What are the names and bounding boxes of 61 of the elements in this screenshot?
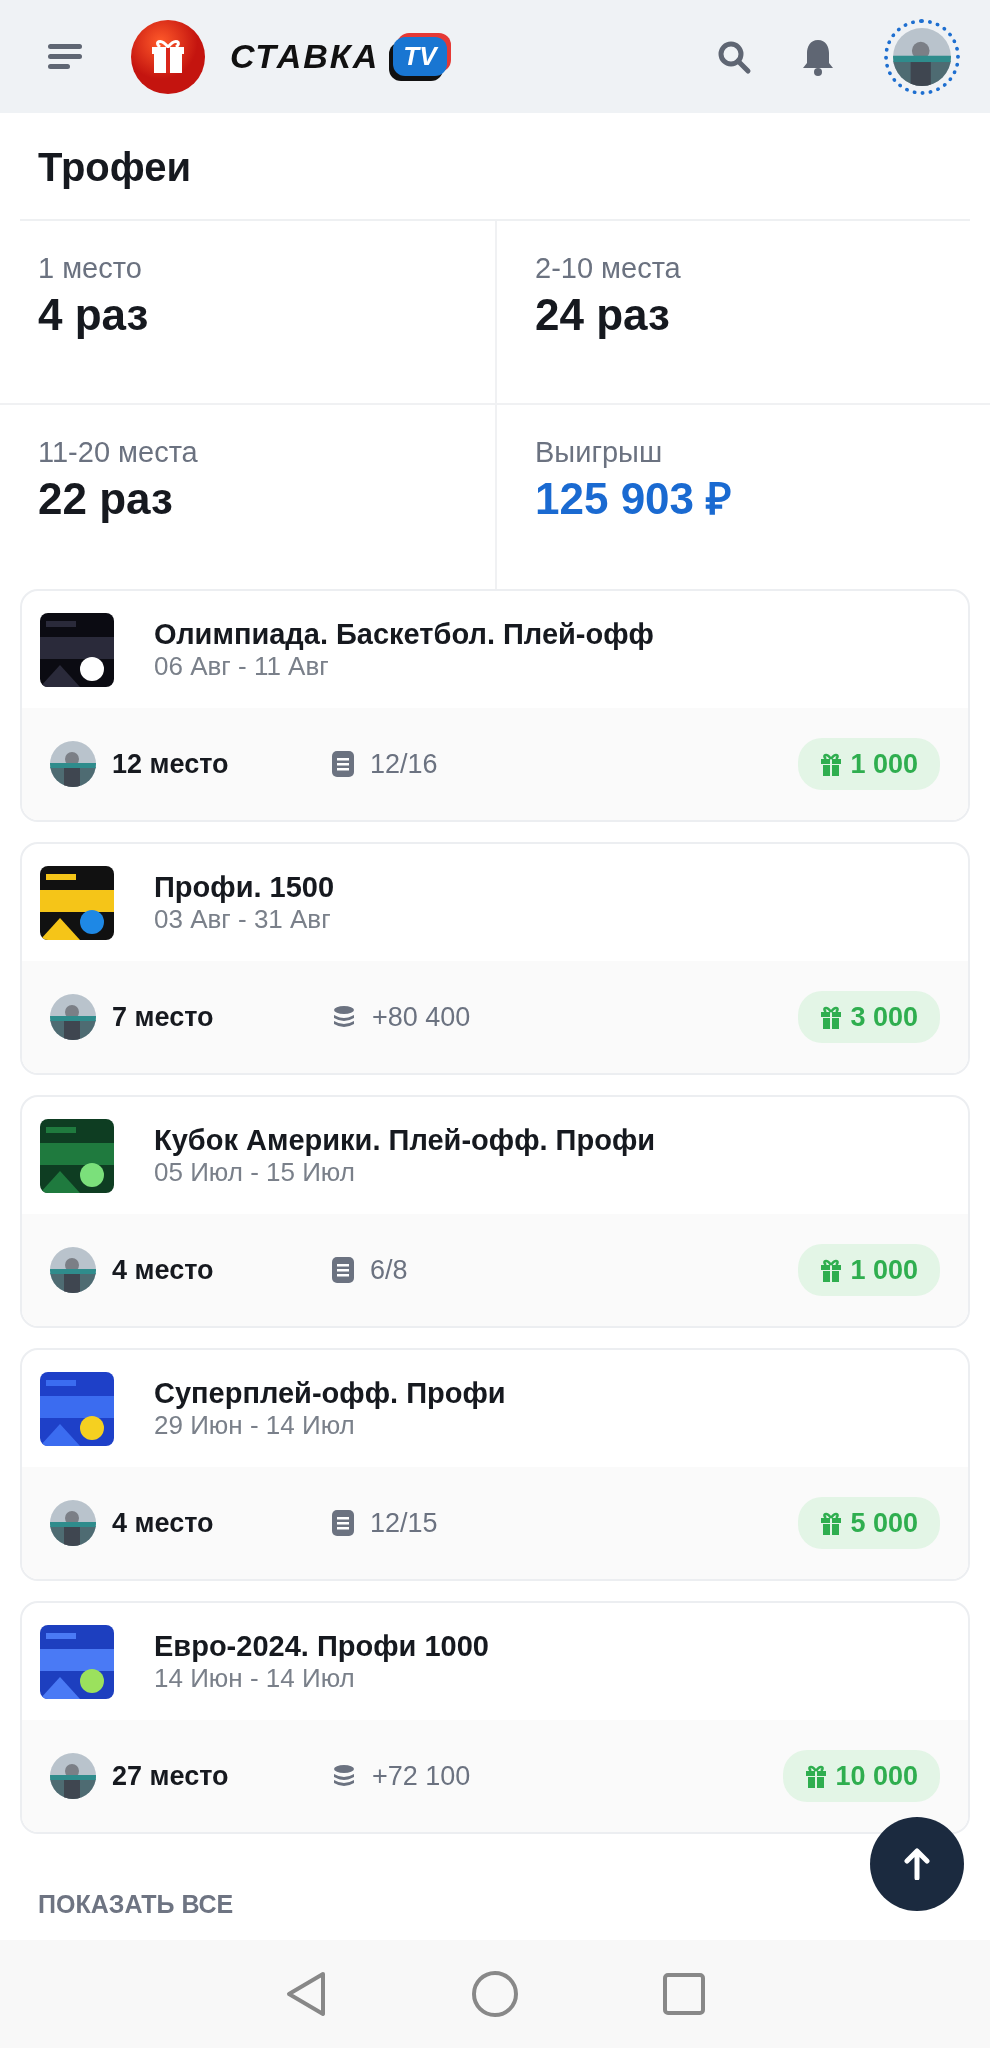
tournament-dates: 14 Июн - 14 Июл bbox=[154, 1663, 356, 1695]
place-text: 4 место bbox=[112, 1506, 215, 1540]
tournament-card[interactable]: Профи. 1500 03 Авг - 31 Авг 7 место +80 400 3 000 bbox=[20, 842, 970, 1075]
prize-amount: 10 000 bbox=[835, 1759, 918, 1793]
tournament-card[interactable]: Евро-2024. Профи 1000 14 Июн - 14 Июл 27 место +72 100 10 000 bbox=[20, 1601, 970, 1834]
gift-ball-icon[interactable] bbox=[130, 18, 206, 95]
score-text: 12/15 bbox=[370, 1506, 438, 1540]
notifications-button[interactable] bbox=[802, 37, 834, 76]
tournament-card[interactable]: Кубок Америки. Плей-офф. Профи 05 Июл - 15 Июл 4 место 6/8 1 000 bbox=[20, 1095, 970, 1328]
tournament-title: Профи. 1500 bbox=[154, 869, 335, 905]
bell-icon bbox=[802, 37, 834, 76]
gift-icon bbox=[820, 1258, 843, 1282]
tournament-dates: 05 Июл - 15 Июл bbox=[154, 1157, 356, 1189]
stat-value: 125 903 ₽ bbox=[535, 472, 734, 525]
tournament-title: Евро-2024. Профи 1000 bbox=[154, 1628, 489, 1664]
score-text: +72 100 bbox=[372, 1759, 471, 1793]
tournament-title: Олимпиада. Баскетбол. Плей-офф bbox=[154, 616, 654, 652]
stat-label: Выигрыш bbox=[535, 435, 664, 470]
stat-label: 2-10 места bbox=[535, 251, 682, 286]
score-text: +80 400 bbox=[372, 1000, 471, 1034]
home-icon[interactable] bbox=[472, 1971, 518, 2017]
list-icon bbox=[332, 751, 354, 777]
stat-value: 4 раз bbox=[38, 288, 150, 341]
list-icon bbox=[332, 1510, 354, 1536]
menu-button[interactable] bbox=[48, 43, 82, 70]
coins-icon bbox=[332, 1764, 356, 1788]
back-icon[interactable] bbox=[285, 1970, 327, 2018]
stat-value: 24 раз bbox=[535, 288, 671, 341]
prize-amount: 3 000 bbox=[850, 1000, 918, 1034]
stat-label: 1 место bbox=[38, 251, 143, 286]
gift-icon bbox=[820, 1511, 843, 1535]
coins-icon bbox=[332, 1005, 356, 1029]
score-text: 12/16 bbox=[370, 747, 438, 781]
tournament-dates: 03 Авг - 31 Авг bbox=[154, 904, 332, 936]
gift-icon bbox=[805, 1764, 828, 1788]
menu-icon bbox=[48, 43, 82, 70]
place-text: 4 место bbox=[112, 1253, 215, 1287]
place-text: 7 место bbox=[112, 1000, 215, 1034]
show-all-link[interactable]: ПОКАЗАТЬ ВСЕ bbox=[38, 1886, 234, 1924]
gift-icon bbox=[820, 752, 843, 776]
prize-amount: 5 000 bbox=[850, 1506, 918, 1540]
prize-amount: 1 000 bbox=[850, 747, 918, 781]
recents-icon[interactable] bbox=[663, 1973, 705, 2015]
profile-avatar[interactable] bbox=[884, 18, 960, 95]
list-icon bbox=[332, 1257, 354, 1283]
tournament-title: Суперплей-офф. Профи bbox=[154, 1375, 506, 1411]
tournament-title: Кубок Америки. Плей-офф. Профи bbox=[154, 1122, 656, 1158]
stat-value: 22 раз bbox=[38, 472, 174, 525]
arrow-up-icon bbox=[904, 1848, 930, 1880]
tournament-dates: 29 Июн - 14 Июл bbox=[154, 1410, 356, 1442]
score-text: 6/8 bbox=[370, 1253, 408, 1287]
tournament-card[interactable]: Суперплей-офф. Профи 29 Июн - 14 Июл 4 место 12/15 5 000 bbox=[20, 1348, 970, 1581]
page-title: Трофеи bbox=[37, 144, 193, 191]
tournament-dates: 06 Авг - 11 Авг bbox=[154, 651, 330, 683]
prize-amount: 1 000 bbox=[850, 1253, 918, 1287]
place-text: 27 место bbox=[112, 1759, 230, 1793]
logo-text: СТАВКА bbox=[230, 36, 380, 77]
stat-label: 11-20 места bbox=[38, 435, 199, 470]
place-text: 12 место bbox=[112, 747, 230, 781]
gift-icon bbox=[820, 1005, 843, 1029]
tournament-card[interactable]: Олимпиада. Баскетбол. Плей-офф 06 Авг - 11 Авг 12 место 12/16 1 000 bbox=[20, 589, 970, 822]
